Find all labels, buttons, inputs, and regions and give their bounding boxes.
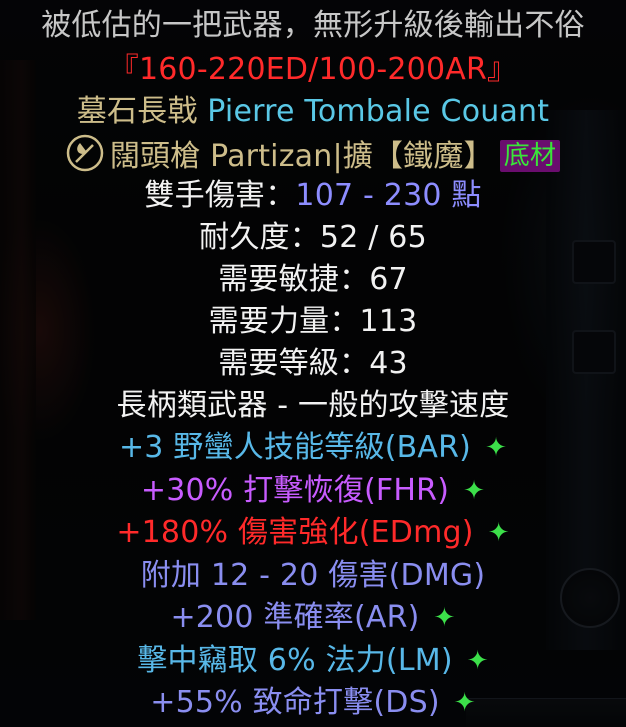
recommended-star-icon: ✦: [433, 603, 456, 633]
item-modifier-text: +55% 致命打擊(DS): [150, 685, 440, 720]
two-hand-damage-line: 雙手傷害：107 - 230 點: [0, 176, 626, 216]
recommended-star-icon: ✦: [487, 518, 510, 548]
base-material-badge: 底材: [499, 140, 561, 172]
two-hand-damage-value: 107 - 230 點: [295, 178, 482, 213]
item-modifier-text: 附加 12 - 20 傷害(DMG): [140, 557, 486, 593]
item-modifier-text: +3 野蠻人技能等級(BAR): [118, 430, 472, 465]
item-flavor-text: 被低估的一把武器，無形升級後輸出不俗: [41, 8, 585, 43]
item-modifier-line: +200 準確率(AR) ✦: [0, 598, 626, 638]
required-level: 需要等級：43: [218, 346, 408, 381]
required-strength: 需要力量：113: [208, 304, 418, 339]
item-tooltip: 被低估的一把武器，無形升級後輸出不俗 『160-220ED/100-200AR』…: [0, 0, 626, 727]
item-modifier-text: +200 準確率(AR): [170, 600, 420, 635]
roll-range: 『160-220ED/100-200AR』: [108, 52, 518, 87]
recommended-star-icon: ✦: [485, 433, 508, 463]
item-modifier-text: +180% 傷害強化(EDmg): [116, 515, 474, 550]
elite-name-cn: 墓石長戟: [76, 94, 208, 129]
elite-name-en: Pierre Tombale Couant: [207, 94, 550, 129]
item-modifier-line: +55% 致命打擊(DS) ✦: [0, 683, 626, 723]
item-modifier-line: 附加 12 - 20 傷害(DMG): [0, 556, 626, 596]
required-dexterity: 需要敏捷：67: [218, 262, 408, 297]
item-modifier-text: 擊中竊取 6% 法力(LM): [137, 642, 453, 678]
item-modifier-line: +3 野蠻人技能等級(BAR) ✦: [0, 428, 626, 468]
game-screen: 被低估的一把武器，無形升級後輸出不俗 『160-220ED/100-200AR』…: [0, 0, 626, 727]
durability: 耐久度：52 / 65: [199, 220, 427, 255]
item-name-line: 墓石長戟 Pierre Tombale Couant: [0, 92, 626, 132]
recommended-star-icon: ✦: [466, 645, 489, 676]
item-modifier-line: +180% 傷害強化(EDmg) ✦: [0, 513, 626, 553]
item-base-line: 闊頭槍 Partizan|擴【鐵魔】 底材: [0, 134, 626, 174]
recommended-star-icon: ✦: [463, 475, 486, 506]
weapon-class: 長柄類武器 - 一般的攻擊速度: [116, 388, 510, 423]
item-modifier-text: +30% 打擊恢復(FHR): [140, 472, 450, 508]
item-modifier-line: 擊中竊取 6% 法力(LM) ✦: [0, 641, 626, 681]
base-item-name: 闊頭槍 Partizan|擴【鐵魔】: [109, 139, 494, 174]
recommended-star-icon: ✦: [453, 688, 476, 718]
polearm-icon: [66, 134, 104, 172]
two-hand-damage-label: 雙手傷害：: [144, 178, 296, 213]
item-modifier-line: +30% 打擊恢復(FHR) ✦: [0, 471, 626, 511]
